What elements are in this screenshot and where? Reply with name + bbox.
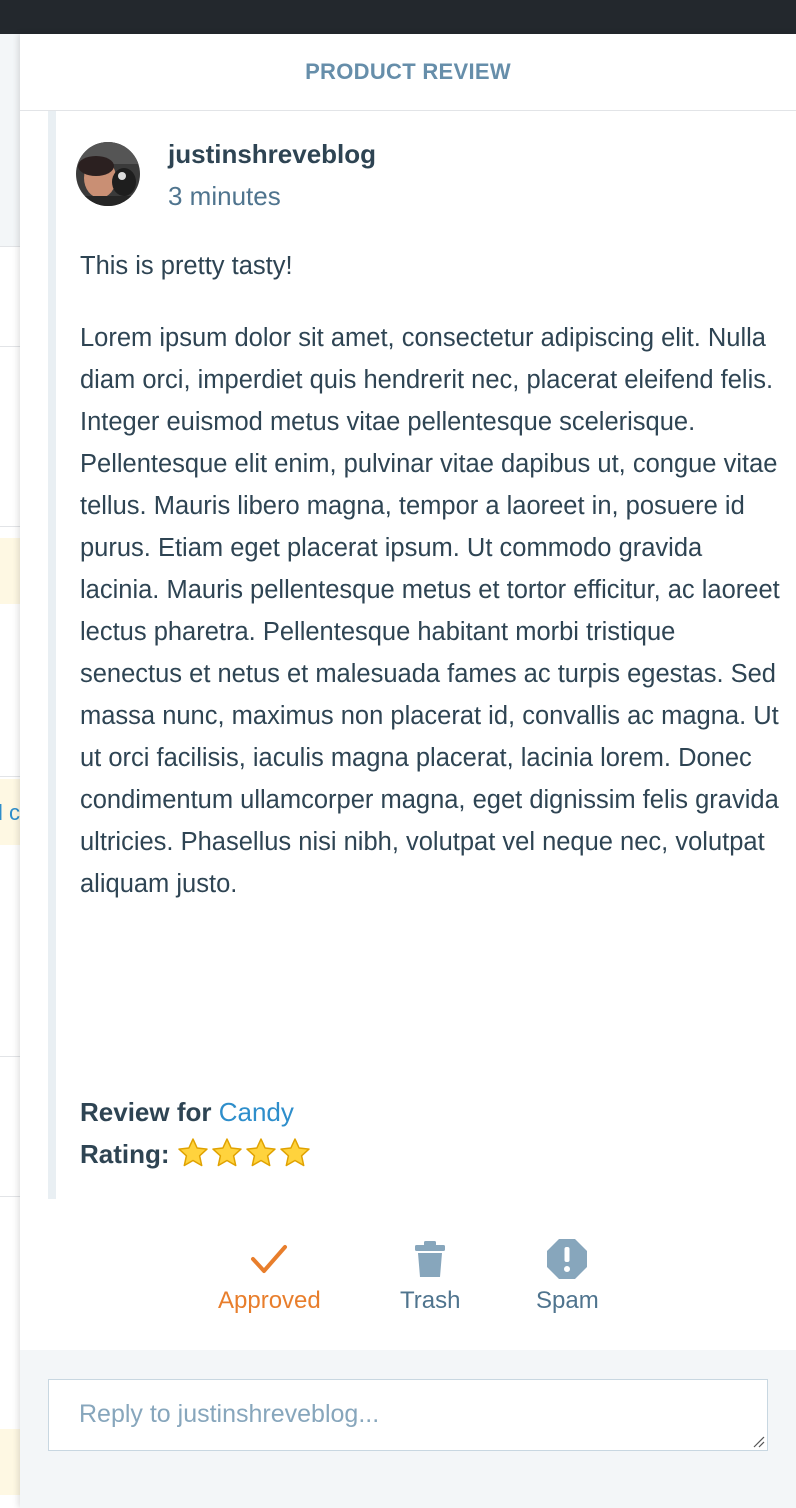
panel-title: PRODUCT REVIEW — [305, 59, 511, 84]
review-card: justinshreveblog 3 minutes This is prett… — [48, 111, 796, 1200]
review-meta: Review for Candy Rating: — [80, 1091, 313, 1177]
review-panel: PRODUCT REVIEW justinshreveblog 3 minute… — [20, 34, 796, 1508]
spam-label: Spam — [536, 1287, 599, 1314]
list-row — [0, 1056, 20, 1197]
review-for-label: Review for — [80, 1097, 212, 1127]
avatar-image — [76, 142, 140, 206]
spam-button[interactable]: Spam — [536, 1239, 599, 1315]
panel-header: PRODUCT REVIEW — [20, 34, 796, 111]
list-row — [0, 876, 20, 1057]
list-glyph: l c — [0, 800, 20, 825]
list-row — [0, 634, 20, 777]
reply-box — [48, 1379, 768, 1451]
trash-icon — [414, 1239, 446, 1279]
list-row — [0, 246, 20, 347]
review-author[interactable]: justinshreveblog — [168, 139, 376, 170]
review-paragraph: Lorem ipsum dolor sit amet, consectetur … — [80, 324, 780, 898]
star-icon — [212, 1138, 242, 1167]
rating-label: Rating: — [80, 1139, 170, 1169]
moderation-actions: Approved Trash Spam — [20, 1199, 796, 1350]
background-list: ) l c — [0, 34, 20, 1508]
rating-stars — [177, 1135, 313, 1177]
approved-label: Approved — [218, 1287, 321, 1314]
trash-label: Trash — [400, 1287, 461, 1314]
resize-grip-icon[interactable] — [751, 1434, 765, 1448]
list-row — [0, 34, 20, 247]
review-time[interactable]: 3 minutes — [168, 181, 281, 212]
review-paragraph: This is pretty tasty! — [80, 252, 293, 280]
review-for-line: Review for Candy — [80, 1091, 313, 1133]
star-icon — [178, 1138, 208, 1167]
trash-button[interactable]: Trash — [400, 1239, 460, 1315]
star-icon — [280, 1138, 310, 1167]
list-row-highlight — [0, 538, 20, 604]
list-row — [0, 346, 20, 527]
review-content: This is pretty tasty! Lorem ipsum dolor … — [80, 245, 780, 935]
rating-line: Rating: — [80, 1133, 313, 1177]
list-glyph: ) — [0, 166, 1, 196]
list-row-highlight — [0, 1429, 20, 1495]
checkmark-icon — [249, 1239, 289, 1279]
top-bar — [0, 0, 796, 34]
star-icon — [246, 1138, 276, 1167]
product-link[interactable]: Candy — [219, 1097, 294, 1127]
approved-button[interactable]: Approved — [218, 1239, 321, 1315]
avatar[interactable] — [76, 142, 140, 206]
reply-input[interactable] — [49, 1380, 767, 1450]
spam-icon — [546, 1239, 588, 1279]
reply-area — [20, 1350, 796, 1508]
